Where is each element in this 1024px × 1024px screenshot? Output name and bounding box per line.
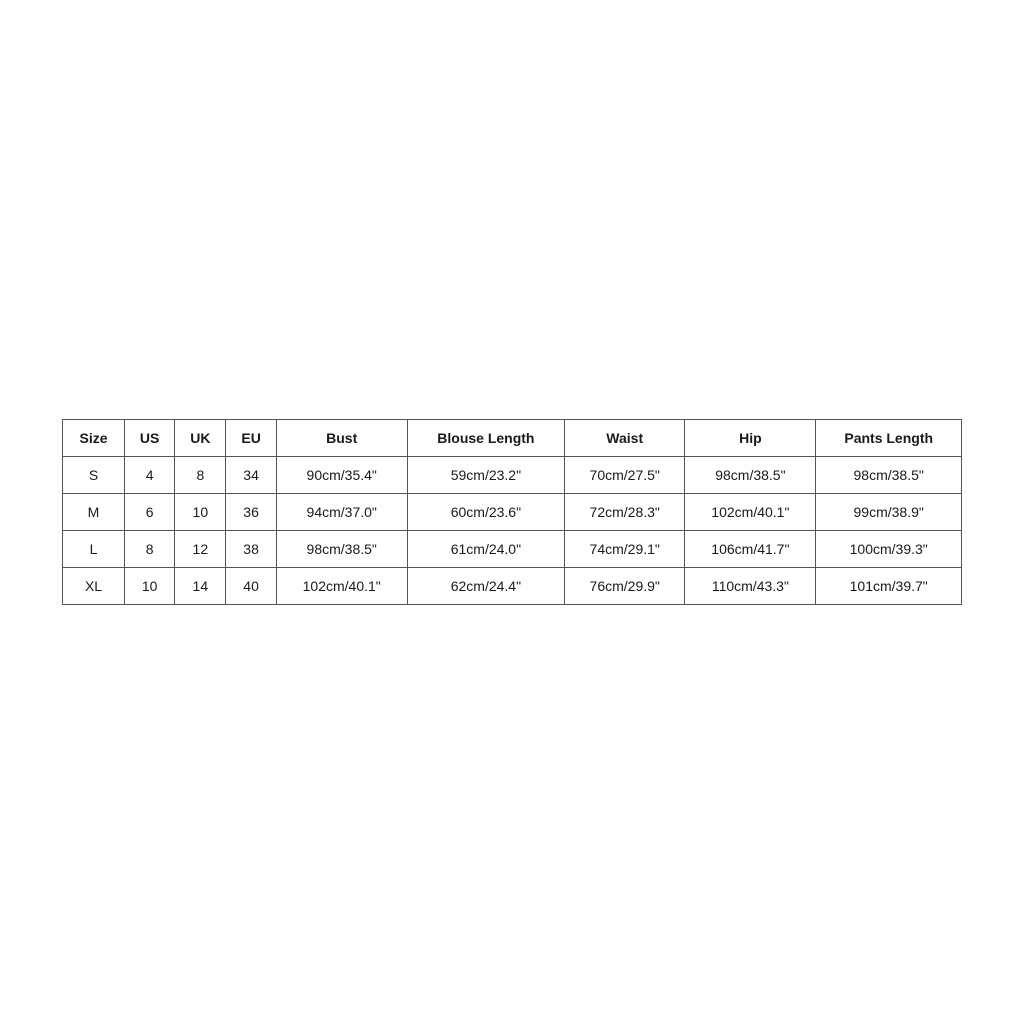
cell-blouse_length-1: 60cm/23.6" — [407, 494, 564, 531]
cell-hip-3: 110cm/43.3" — [685, 568, 816, 605]
cell-blouse_length-3: 62cm/24.4" — [407, 568, 564, 605]
table-row: M6103694cm/37.0"60cm/23.6"72cm/28.3"102c… — [63, 494, 962, 531]
cell-pants_length-3: 101cm/39.7" — [816, 568, 962, 605]
header-bust: Bust — [276, 420, 407, 457]
cell-uk-1: 10 — [175, 494, 226, 531]
cell-eu-3: 40 — [226, 568, 276, 605]
cell-size-1: M — [63, 494, 125, 531]
header-eu: EU — [226, 420, 276, 457]
header-us: US — [125, 420, 175, 457]
cell-eu-1: 36 — [226, 494, 276, 531]
cell-uk-3: 14 — [175, 568, 226, 605]
cell-uk-2: 12 — [175, 531, 226, 568]
cell-bust-3: 102cm/40.1" — [276, 568, 407, 605]
cell-uk-0: 8 — [175, 457, 226, 494]
cell-us-0: 4 — [125, 457, 175, 494]
header-size: Size — [63, 420, 125, 457]
table-row: S483490cm/35.4"59cm/23.2"70cm/27.5"98cm/… — [63, 457, 962, 494]
size-chart-table: Size US UK EU Bust Blouse Length Waist H… — [62, 419, 962, 605]
cell-size-2: L — [63, 531, 125, 568]
cell-bust-0: 90cm/35.4" — [276, 457, 407, 494]
header-hip: Hip — [685, 420, 816, 457]
cell-hip-1: 102cm/40.1" — [685, 494, 816, 531]
cell-pants_length-2: 100cm/39.3" — [816, 531, 962, 568]
cell-blouse_length-0: 59cm/23.2" — [407, 457, 564, 494]
table-header-row: Size US UK EU Bust Blouse Length Waist H… — [63, 420, 962, 457]
cell-size-3: XL — [63, 568, 125, 605]
cell-us-2: 8 — [125, 531, 175, 568]
header-pants-length: Pants Length — [816, 420, 962, 457]
header-blouse-length: Blouse Length — [407, 420, 564, 457]
cell-eu-0: 34 — [226, 457, 276, 494]
cell-hip-2: 106cm/41.7" — [685, 531, 816, 568]
cell-waist-1: 72cm/28.3" — [565, 494, 685, 531]
cell-waist-2: 74cm/29.1" — [565, 531, 685, 568]
cell-us-3: 10 — [125, 568, 175, 605]
cell-hip-0: 98cm/38.5" — [685, 457, 816, 494]
cell-size-0: S — [63, 457, 125, 494]
table-row: L8123898cm/38.5"61cm/24.0"74cm/29.1"106c… — [63, 531, 962, 568]
cell-pants_length-0: 98cm/38.5" — [816, 457, 962, 494]
cell-pants_length-1: 99cm/38.9" — [816, 494, 962, 531]
header-uk: UK — [175, 420, 226, 457]
cell-waist-3: 76cm/29.9" — [565, 568, 685, 605]
cell-waist-0: 70cm/27.5" — [565, 457, 685, 494]
cell-bust-2: 98cm/38.5" — [276, 531, 407, 568]
size-chart-container: Size US UK EU Bust Blouse Length Waist H… — [62, 419, 962, 605]
cell-us-1: 6 — [125, 494, 175, 531]
cell-blouse_length-2: 61cm/24.0" — [407, 531, 564, 568]
cell-bust-1: 94cm/37.0" — [276, 494, 407, 531]
table-row: XL101440102cm/40.1"62cm/24.4"76cm/29.9"1… — [63, 568, 962, 605]
header-waist: Waist — [565, 420, 685, 457]
cell-eu-2: 38 — [226, 531, 276, 568]
